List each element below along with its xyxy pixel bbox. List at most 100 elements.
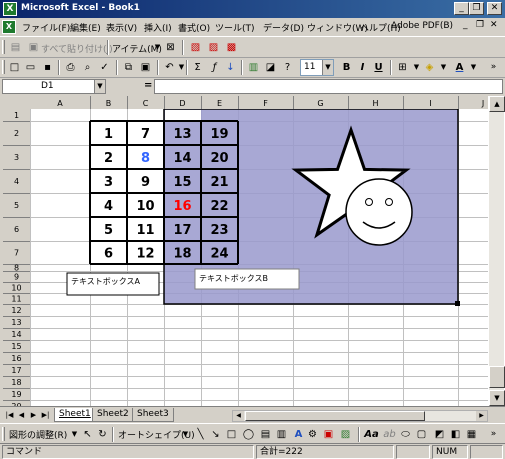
table-cell[interactable]: 6: [104, 247, 113, 262]
insert-function-icon[interactable]: ƒ: [207, 60, 222, 75]
menu-adobe-pdf[interactable]: Adobe PDF(B): [391, 21, 453, 31]
diagram-icon[interactable]: ⚙: [305, 427, 320, 442]
menu-view[interactable]: 表示(V): [106, 21, 137, 34]
pdf-convert-icon[interactable]: ▧: [188, 40, 203, 55]
prev-sheet-icon[interactable]: ◀: [16, 410, 27, 421]
row-header[interactable]: 14: [11, 330, 21, 339]
text-style-icon[interactable]: Aa: [364, 427, 379, 442]
bold-button[interactable]: B: [339, 60, 354, 75]
font-color-button[interactable]: A: [452, 60, 467, 75]
row-header[interactable]: 3: [14, 153, 19, 162]
save-icon[interactable]: ▪: [40, 60, 55, 75]
autosum-icon[interactable]: Σ: [190, 60, 205, 75]
name-box[interactable]: D1 ▼: [2, 79, 106, 94]
table-cell[interactable]: 9: [141, 175, 150, 190]
column-header[interactable]: E: [217, 99, 222, 108]
table-cell[interactable]: 12: [136, 247, 154, 262]
grid-canvas[interactable]: ABCDEFGHIJ123456789101112131415161718192…: [3, 96, 488, 406]
rounded-rect-icon[interactable]: ▢: [414, 427, 429, 442]
pdf-mail-icon[interactable]: ▨: [206, 40, 221, 55]
row-header[interactable]: 6: [14, 225, 19, 234]
toolbar-options-icon[interactable]: »: [486, 60, 501, 75]
row-header[interactable]: 12: [11, 306, 21, 315]
chart-wizard-icon[interactable]: ▥: [246, 60, 261, 75]
scroll-down-icon[interactable]: ▼: [489, 390, 505, 406]
column-header[interactable]: C: [143, 99, 149, 108]
fill-dropdown-icon[interactable]: ▼: [436, 60, 451, 75]
smiley-shape[interactable]: [345, 178, 413, 246]
chevron-down-icon[interactable]: ▼: [94, 80, 105, 93]
table-cell[interactable]: 20: [210, 151, 228, 166]
row-header[interactable]: 19: [11, 390, 21, 399]
clipboard-icon[interactable]: ▤: [8, 40, 23, 55]
clipart-icon[interactable]: ▣: [321, 427, 336, 442]
spell-check-icon[interactable]: ✓: [97, 60, 112, 75]
table-cell[interactable]: 15: [173, 175, 191, 190]
row-header[interactable]: 11: [11, 295, 21, 304]
column-header[interactable]: A: [57, 99, 63, 108]
borders-icon[interactable]: ⊞: [395, 60, 410, 75]
table-cell[interactable]: 7: [141, 127, 150, 142]
table-cell[interactable]: 21: [210, 175, 228, 190]
drawing-icon[interactable]: ◪: [263, 60, 278, 75]
smiley-face[interactable]: [345, 178, 413, 246]
insert-picture-icon[interactable]: ▨: [338, 427, 353, 442]
menu-insert[interactable]: 挿入(I): [144, 21, 172, 34]
table-cell[interactable]: 3: [104, 175, 113, 190]
table-cell[interactable]: 1: [104, 127, 113, 142]
text-frame-icon[interactable]: ab: [382, 427, 397, 442]
row-header[interactable]: 15: [11, 342, 21, 351]
row-header[interactable]: 10: [11, 284, 21, 293]
table-cell[interactable]: 2: [104, 151, 113, 166]
tab-sheet2[interactable]: Sheet2: [92, 408, 134, 422]
ellipse-tool-icon[interactable]: ⬭: [398, 427, 413, 442]
column-header[interactable]: G: [317, 99, 323, 108]
open-folder-icon[interactable]: ▭: [23, 60, 38, 75]
textbox-a[interactable]: テキストボックスA: [66, 272, 160, 296]
shadow-icon[interactable]: ◩: [432, 427, 447, 442]
row-header[interactable]: 7: [14, 249, 19, 258]
row-header[interactable]: 16: [11, 354, 21, 363]
textbox-icon[interactable]: ▤: [258, 427, 273, 442]
textbox-b[interactable]: テキストボックスB: [194, 268, 300, 290]
vertical-textbox-icon[interactable]: ▥: [274, 427, 289, 442]
rectangle-icon[interactable]: □: [224, 427, 239, 442]
help-icon[interactable]: ?: [280, 60, 295, 75]
table-cell[interactable]: 14: [173, 151, 191, 166]
row-header[interactable]: 1: [14, 111, 19, 120]
minimize-button[interactable]: _: [454, 2, 469, 15]
new-file-icon[interactable]: □: [7, 60, 22, 75]
row-header[interactable]: 17: [11, 366, 21, 375]
underline-button[interactable]: U: [371, 60, 386, 75]
table-cell[interactable]: 24: [210, 247, 228, 262]
column-header[interactable]: B: [106, 99, 112, 108]
table-cell[interactable]: 23: [210, 223, 228, 238]
restore-button[interactable]: ❐: [469, 2, 484, 15]
oval-icon[interactable]: ◯: [241, 427, 256, 442]
menu-window[interactable]: ウィンドウ(W): [307, 21, 368, 34]
wordart-icon[interactable]: A: [291, 427, 306, 442]
scroll-right-icon[interactable]: ▶: [476, 411, 487, 421]
last-sheet-icon[interactable]: ▶|: [40, 410, 51, 421]
autoshape-dropdown-icon[interactable]: ▼: [178, 427, 193, 442]
scroll-left-icon[interactable]: ◀: [233, 411, 244, 421]
table-cell[interactable]: 17: [173, 223, 191, 238]
formula-input[interactable]: [154, 79, 503, 94]
doc-restore-button[interactable]: ❐: [476, 20, 484, 30]
row-header[interactable]: 8: [14, 264, 19, 273]
tab-sheet1[interactable]: Sheet1: [54, 408, 96, 422]
scroll-up-icon[interactable]: ▲: [489, 96, 505, 112]
table-cell[interactable]: 8: [141, 151, 150, 166]
table-cell[interactable]: 4: [104, 199, 113, 214]
menu-data[interactable]: データ(D): [263, 21, 304, 34]
workbook-icon[interactable]: X: [2, 20, 16, 34]
font-size-select[interactable]: 11 ▼: [300, 59, 334, 76]
first-sheet-icon[interactable]: |◀: [4, 410, 15, 421]
stroke-icon[interactable]: ▦: [464, 427, 479, 442]
table-cell[interactable]: 18: [173, 247, 191, 262]
vertical-scrollbar[interactable]: ▲ ▼: [488, 96, 505, 406]
drawbar-options-icon[interactable]: »: [486, 427, 501, 442]
horizontal-scrollbar[interactable]: ◀ ▶: [232, 410, 488, 422]
print-preview-icon[interactable]: ⌕: [80, 60, 95, 75]
row-header[interactable]: 2: [14, 129, 19, 138]
